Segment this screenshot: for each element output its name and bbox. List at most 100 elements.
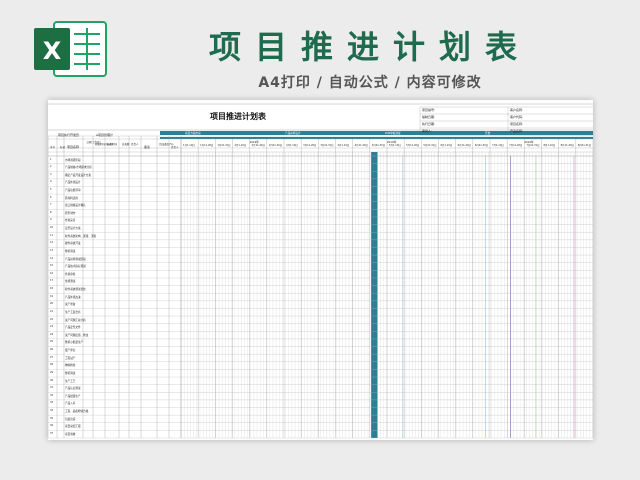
month-label: 3月21-31日: [320, 144, 334, 147]
task-name: 硬件系统开发: [65, 242, 81, 246]
row-number: 3: [50, 172, 52, 176]
col-end: 结束时间: [107, 143, 118, 146]
task-name: 产品定型文件: [65, 326, 81, 330]
year-label: 2019年: [249, 140, 259, 144]
task-name: 项目总结汇报: [65, 425, 81, 429]
row-number: 21: [50, 309, 54, 313]
col-owner: 负责人: [131, 143, 139, 146]
info-label: 产品名称:: [510, 129, 524, 133]
row-number: 4: [50, 180, 52, 184]
month-label: 5月11-20日: [406, 144, 420, 147]
month-label: 2月11-20日: [251, 144, 265, 147]
task-name: 产品初样测试阶段: [65, 257, 86, 261]
row-number: 33: [50, 401, 54, 405]
row-number: 18: [50, 287, 54, 291]
banner: X 项目推进计划表 A4打印 / 自动公式 / 内容可修改: [0, 0, 640, 100]
task-name: 项目验收: [65, 432, 76, 436]
task-name: 量产评估: [65, 349, 76, 353]
row-number: 34: [50, 409, 54, 412]
row-number: 20: [50, 302, 54, 306]
info-label: 编制日期:: [422, 115, 436, 119]
row-number: 9: [50, 218, 52, 222]
logo-letter: X: [43, 37, 62, 65]
task-name: 产品功能评审: [65, 188, 81, 192]
row-number: 35: [50, 416, 54, 420]
info-label: 项目编号:: [422, 108, 436, 112]
month-label: 7月11-20日: [509, 144, 523, 147]
row-number: 16: [50, 271, 54, 275]
info-label: 审批人:: [422, 129, 433, 133]
row-number: 25: [50, 340, 54, 344]
today-column: [371, 152, 378, 438]
row-number: 29: [50, 370, 54, 374]
task-name: 原材料选用: [65, 196, 78, 200]
col-lead: 负责人: [171, 146, 179, 149]
task-name: 试产准备: [65, 303, 76, 307]
project-label: 项目执行开发员: [58, 133, 80, 137]
row-number: 24: [50, 332, 54, 336]
month-label: 4月11-20日: [354, 144, 368, 147]
phase-label: 开始: [485, 132, 491, 136]
col-mark: 标记: [60, 146, 66, 149]
month-label: 7月1-10日: [492, 144, 504, 147]
task-name: 外观完善: [65, 219, 76, 223]
row-number: 19: [50, 294, 54, 298]
month-label: 1月21-31日: [217, 144, 231, 147]
phase-label: 项目方案启动: [185, 132, 201, 136]
task-name: 确定产品开发设计方案: [65, 173, 91, 177]
info-label: 项目名称:: [510, 122, 524, 126]
task-name: 试产问题汇总分析: [65, 318, 86, 322]
task-name: 产品外观改进: [65, 295, 81, 299]
task-name: 试产问题反馈、修改: [65, 333, 89, 337]
year-label: 2019年: [524, 140, 534, 144]
task-name: 软件系统测试优化: [65, 288, 86, 292]
month-label: 5月21-31日: [423, 144, 437, 147]
phase-label: PCB单板调试: [385, 132, 401, 136]
project-value: A项目管理计: [96, 133, 114, 137]
row-number: 15: [50, 264, 54, 268]
excel-icon: X: [34, 21, 107, 77]
row-number: 36: [50, 424, 54, 428]
row-number: 7: [50, 203, 52, 207]
task-name: 外观审核: [65, 272, 76, 276]
month-label: 2月1-10日: [234, 144, 247, 147]
task-name: 市场调研阶段: [65, 158, 81, 162]
row-number: 11: [50, 233, 54, 237]
row-number: 32: [50, 393, 54, 397]
month-label: 6月1-10日: [440, 144, 453, 147]
task-name: 工程、品质检验合格: [65, 410, 89, 413]
task-name: 产品认证测试: [65, 387, 81, 391]
col-remark: 备注: [144, 145, 151, 149]
task-name: 性能测试: [65, 280, 76, 284]
row-number: 1: [50, 157, 52, 161]
banner-title: 项目推进计划表: [208, 28, 531, 66]
task-name: 产品外观设计: [65, 181, 81, 185]
col-seq: 序号: [50, 146, 56, 149]
month-label: 3月1-10日: [286, 144, 298, 147]
col-task: 项目名称: [67, 145, 80, 149]
row-number: 28: [50, 363, 54, 367]
task-name: 包装出货: [65, 417, 76, 421]
info-label: 执行日期:: [422, 122, 436, 126]
row-number: 23: [50, 325, 54, 329]
month-label: 1月1-10日: [183, 144, 195, 147]
month-label: 4月1-10日: [337, 144, 350, 147]
row-number: 30: [50, 378, 54, 382]
row-number: 12: [50, 241, 54, 245]
banner-subtitle: A4打印 / 自动公式 / 内容可修改: [258, 75, 482, 91]
info-label: 客户名称:: [510, 108, 524, 112]
task-name: 物料检验: [65, 364, 76, 368]
task-name: 定型设计方案: [65, 227, 81, 231]
phase-label: 产品初样设计: [285, 132, 301, 136]
month-label: 6月11-20日: [457, 144, 471, 147]
info-label: 客户代码:: [510, 115, 524, 119]
row-number: 17: [50, 279, 54, 283]
month-label: 8月21-31日: [577, 144, 592, 147]
task-name: 产品入库: [65, 402, 76, 406]
task-name: 生产工装治具: [65, 310, 81, 314]
task-name: 产品技术指标测试: [65, 265, 86, 269]
row-number: 13: [50, 248, 54, 252]
year-label: 2019年: [387, 140, 397, 144]
month-label: 8月1-10日: [543, 144, 556, 147]
row-number: 31: [50, 386, 54, 390]
